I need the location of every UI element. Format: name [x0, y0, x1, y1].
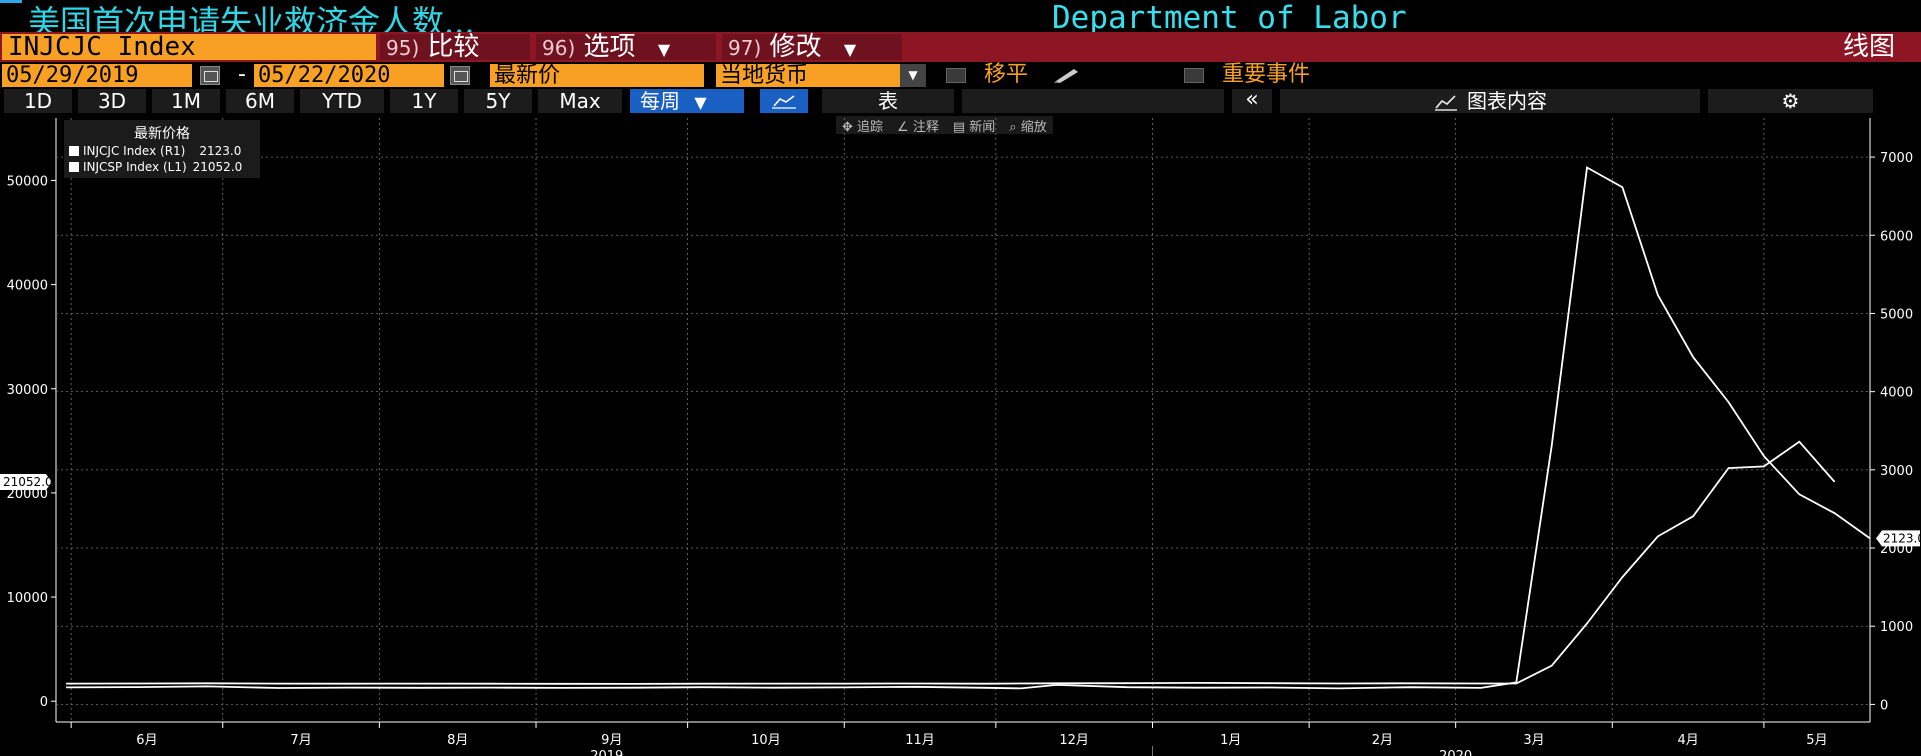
x-axis-tick-label: 3月	[1523, 733, 1544, 748]
range-ytd-button[interactable]: YTD	[300, 89, 384, 113]
modify-label: 修改	[769, 32, 822, 62]
left-axis-tick-label: 50000	[7, 174, 48, 189]
settings-button[interactable]: ⚙	[1708, 89, 1873, 113]
x-axis-tick-label: 1月	[1220, 733, 1241, 748]
right-last-value-label: 2123.0	[1883, 531, 1921, 545]
range-3d-button[interactable]: 3D	[78, 89, 146, 113]
x-axis-tick-label: 4月	[1677, 733, 1698, 748]
pencil-icon[interactable]	[1052, 66, 1082, 84]
x-axis-tick-label: 7月	[290, 733, 311, 748]
x-axis-tick-label: 8月	[447, 733, 468, 748]
collapse-button[interactable]: «	[1232, 89, 1272, 113]
range-1y-button[interactable]: 1Y	[390, 89, 458, 113]
title-bar: 美国首次申请失业救济金人数... Department of Labor	[0, 0, 1921, 41]
compare-label: 比较	[427, 32, 480, 62]
range-6m-button[interactable]: 6M	[226, 89, 294, 113]
line-chart-icon	[772, 95, 796, 109]
calendar-icon[interactable]	[200, 66, 220, 85]
range-1m-button[interactable]: 1M	[152, 89, 220, 113]
end-date-input[interactable]: 05/22/2020	[254, 64, 444, 87]
range-1d-button[interactable]: 1D	[4, 89, 72, 113]
start-date-input[interactable]: 05/29/2019	[2, 64, 192, 87]
chart-content-icon	[1435, 95, 1457, 111]
right-axis-tick-label: 0	[1880, 698, 1888, 713]
window-corner-marker	[0, 0, 22, 3]
right-axis-tick-label: 7000	[1880, 151, 1913, 166]
chevron-down-icon: ▼	[694, 93, 707, 112]
series-line	[66, 440, 1836, 685]
line-chart[interactable]: 0100020003000400050006000700001000020000…	[0, 114, 1921, 756]
calendar-icon[interactable]	[450, 66, 470, 85]
chart-content-label: 图表内容	[1467, 89, 1547, 113]
options-number: 96)	[542, 36, 576, 60]
date-separator: -	[238, 62, 246, 87]
legend-series-value: 21052.0	[192, 160, 243, 174]
legend-swatch	[69, 162, 79, 172]
table-view-button[interactable]: 表	[822, 89, 954, 113]
legend-series-label: INJCSP Index (L1)	[83, 160, 187, 174]
ticker-field[interactable]: INJCJC Index	[2, 34, 376, 60]
x-axis-tick-label: 5月	[1806, 733, 1827, 748]
range-5y-button[interactable]: 5Y	[464, 89, 532, 113]
x-axis-year-label: 2020	[1439, 749, 1472, 756]
chevron-down-icon: ▼	[843, 40, 857, 59]
line-chart-button[interactable]	[760, 89, 808, 113]
x-axis-tick-label: 2月	[1372, 733, 1393, 748]
x-axis-year-label: 2019	[590, 749, 623, 756]
right-axis-tick-label: 3000	[1880, 464, 1913, 479]
right-axis-tick-label: 4000	[1880, 386, 1913, 401]
left-axis-tick-label: 30000	[7, 383, 48, 398]
left-axis-tick-label: 10000	[7, 591, 48, 606]
moving-average-label: 移平	[984, 62, 1029, 87]
toolbar-spacer	[962, 89, 1224, 113]
x-axis-tick-label: 12月	[1059, 733, 1089, 748]
chart-type-label: 线图	[1842, 32, 1895, 62]
frequency-label: 每周	[640, 89, 680, 113]
frequency-select[interactable]: 每周 ▼	[630, 89, 744, 113]
options-button[interactable]: 96) 选项 ▼	[536, 34, 716, 60]
compare-button[interactable]: 95) 比较	[380, 34, 530, 60]
chart-content-button[interactable]: 图表内容	[1280, 89, 1700, 113]
right-axis-tick-label: 1000	[1880, 620, 1913, 635]
price-field-select[interactable]: 最新价	[490, 64, 704, 87]
legend-swatch	[69, 146, 79, 156]
x-axis-tick-label: 10月	[751, 733, 781, 748]
x-axis-tick-label: 9月	[601, 733, 622, 748]
modify-number: 97)	[728, 36, 762, 60]
moving-average-checkbox[interactable]	[946, 68, 966, 83]
legend-series-label: INJCJC Index (R1)	[83, 144, 186, 158]
currency-select[interactable]: 当地货币	[716, 64, 900, 87]
compare-number: 95)	[386, 36, 420, 60]
legend-title: 最新价格	[134, 126, 190, 142]
x-axis-tick-label: 6月	[136, 733, 157, 748]
right-axis-tick-label: 6000	[1880, 229, 1913, 244]
legend-entry[interactable]: INJCJC Index (R1) 2123.0	[69, 143, 260, 159]
key-events-checkbox[interactable]	[1184, 68, 1204, 83]
left-axis-tick-label: 40000	[7, 279, 48, 294]
chevron-down-icon[interactable]: ▼	[900, 64, 926, 87]
legend-entry[interactable]: INJCSP Index (L1) 21052.0	[69, 159, 260, 175]
options-label: 选项	[583, 32, 636, 62]
legend-series-value: 2123.0	[199, 144, 242, 158]
modify-button[interactable]: 97) 修改 ▼	[722, 34, 902, 60]
left-last-value-label: 21052.0	[3, 475, 53, 489]
gear-icon: ⚙	[1781, 89, 1800, 113]
series-line	[66, 166, 1871, 690]
chart-legend: 最新价格 INJCJC Index (R1) 2123.0 INJCSP Ind…	[64, 120, 260, 178]
x-axis-tick-label: 11月	[905, 733, 935, 748]
right-axis-tick-label: 5000	[1880, 307, 1913, 322]
key-events-label: 重要事件	[1222, 62, 1311, 87]
chevron-down-icon: ▼	[657, 40, 671, 59]
data-source-label: Department of Labor	[1052, 0, 1407, 36]
left-axis-tick-label: 0	[40, 695, 48, 710]
range-max-button[interactable]: Max	[538, 89, 622, 113]
